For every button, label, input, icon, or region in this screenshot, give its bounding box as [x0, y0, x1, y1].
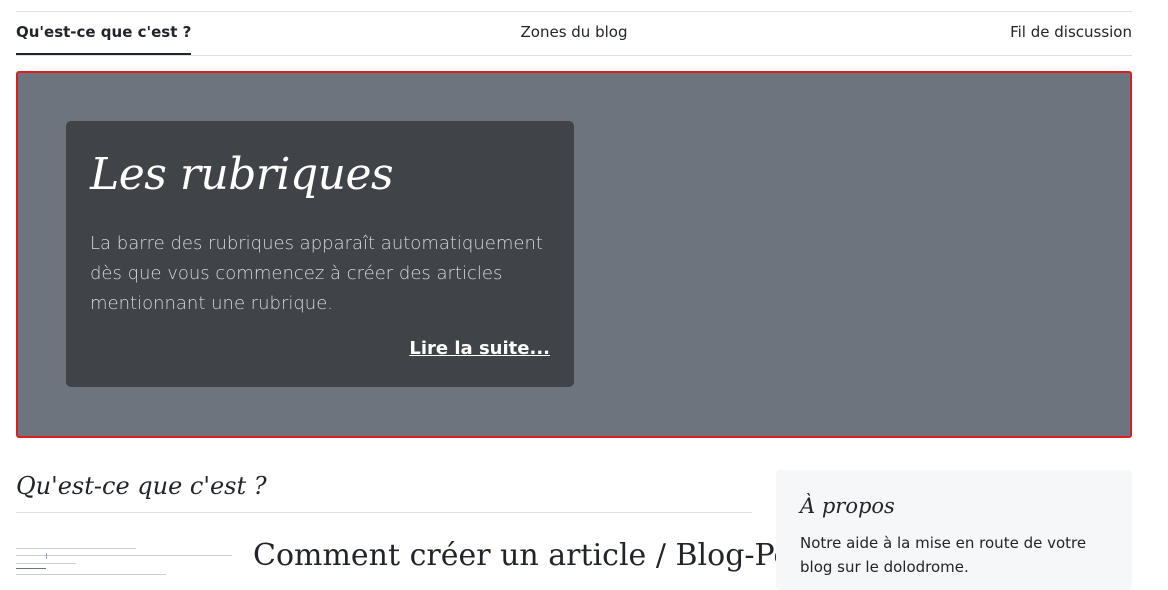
- article-thumbnail[interactable]: [16, 544, 234, 578]
- about-sidebar: À propos Notre aide à la mise en route d…: [776, 470, 1132, 590]
- hero-card: Les rubriques La barre des rubriques app…: [66, 121, 574, 387]
- page: Qu'est-ce que c'est ? Zones du blog Fil …: [16, 0, 1132, 590]
- article-title-link[interactable]: Comment créer un article / Blog-Post ?: [253, 538, 845, 573]
- about-text: Notre aide à la mise en route de votre b…: [800, 534, 1087, 576]
- read-more-link[interactable]: Lire la suite...: [409, 338, 550, 359]
- hero-title: Les rubriques: [90, 149, 394, 200]
- section-title: Qu'est-ce que c'est ?: [16, 472, 267, 500]
- tab-bar: Qu'est-ce que c'est ? Zones du blog Fil …: [16, 11, 1132, 56]
- hero-banner: Les rubriques La barre des rubriques app…: [16, 71, 1132, 438]
- tab-discussion-thread[interactable]: Fil de discussion: [1010, 12, 1132, 53]
- tab-blog-zones[interactable]: Zones du blog: [521, 12, 628, 53]
- tab-what-is-it[interactable]: Qu'est-ce que c'est ?: [16, 12, 192, 55]
- hero-description: La barre des rubriques apparaît automati…: [90, 233, 543, 314]
- about-title: À propos: [800, 494, 895, 518]
- section-divider: [16, 512, 752, 513]
